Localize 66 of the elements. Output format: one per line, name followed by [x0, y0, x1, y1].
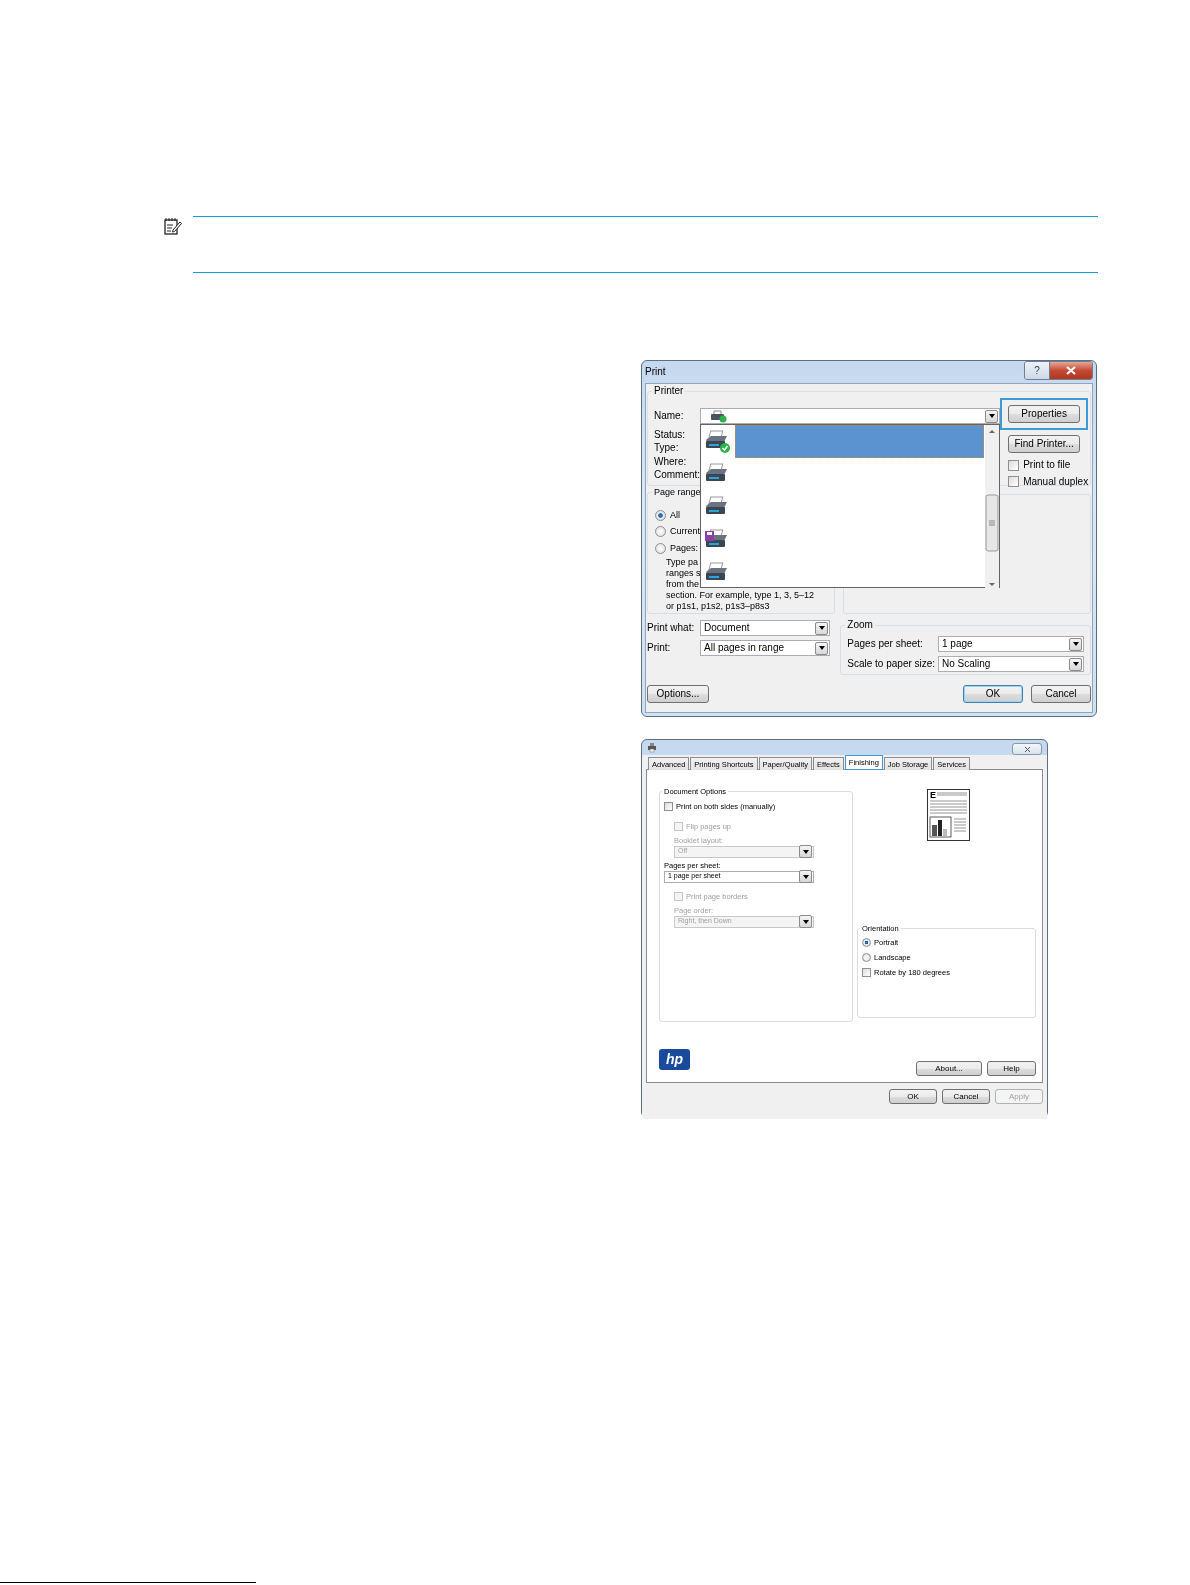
dialog-button[interactable]: Cancel	[1031, 685, 1091, 703]
page-preview-drawing: E	[927, 789, 970, 841]
field-label: Name:	[654, 410, 685, 423]
dropdown-arrow-icon	[801, 848, 810, 855]
printer-icon	[647, 742, 657, 753]
radio-button[interactable]	[862, 937, 871, 947]
radio-label[interactable]: Current	[670, 526, 700, 538]
dialog-button[interactable]: OK	[889, 1089, 937, 1104]
note-icon	[163, 216, 183, 236]
checkbox[interactable]	[664, 801, 673, 811]
field-label: Status:	[654, 428, 687, 442]
field-label: Pages per sheet:	[847, 638, 924, 650]
dialog-button[interactable]: OK	[963, 685, 1023, 703]
radio-button[interactable]	[655, 509, 666, 521]
field-label: Print:	[647, 642, 672, 654]
field-label: Print what:	[647, 622, 696, 634]
close-icon	[1066, 366, 1076, 375]
find-printer-button[interactable]: Find Printer...	[1008, 435, 1081, 453]
dropdown-arrow-icon	[1071, 661, 1080, 667]
checkbox[interactable]	[862, 967, 871, 977]
help-button[interactable]: ?	[1025, 362, 1050, 379]
dropdown-arrow-icon	[1071, 641, 1080, 647]
hint-text: or p1s1, p1s2, p1s3–p8s3	[666, 600, 770, 612]
close-button[interactable]	[1012, 743, 1042, 755]
dropdown-arrow-icon	[801, 918, 810, 925]
radio-label[interactable]: Pages:	[670, 542, 699, 554]
printer-icon	[711, 409, 728, 423]
dropdown-field[interactable]: All pages in range	[700, 640, 830, 656]
hint-text: Type pa	[666, 556, 699, 568]
close-icon	[1023, 745, 1031, 753]
close-button[interactable]	[1050, 362, 1092, 379]
radio-label[interactable]: All	[670, 509, 680, 521]
field-label: Scale to paper size:	[847, 658, 937, 670]
hint-text: ranges s	[666, 567, 701, 579]
field-label: Comment:	[654, 469, 701, 482]
dropdown-arrow-icon	[817, 625, 826, 631]
dropdown-arrow-icon	[801, 873, 810, 880]
hint-text: from the	[666, 578, 699, 590]
field-label: Where:	[654, 455, 688, 469]
dialog-button[interactable]: Help	[987, 1061, 1036, 1076]
radio-button[interactable]	[862, 952, 871, 962]
window-title: Print	[645, 366, 666, 378]
dialog-button[interactable]: Options...	[647, 685, 709, 703]
checkbox-label[interactable]: Print to file	[1023, 459, 1071, 472]
hint-text: section. For example, type 1, 3, 5–12	[666, 589, 815, 601]
checkbox-label[interactable]: Manual duplex	[1023, 475, 1089, 488]
properties-button[interactable]: Properties	[1008, 405, 1081, 423]
dropdown-arrow-icon	[987, 413, 996, 419]
dialog-button[interactable]: About...	[916, 1061, 982, 1076]
dropdown-field[interactable]: No Scaling	[938, 656, 1084, 672]
dialog-button[interactable]: Cancel	[942, 1089, 990, 1104]
checkbox[interactable]	[1008, 459, 1020, 471]
dropdown-field[interactable]	[700, 408, 1001, 424]
dropdown-field[interactable]: 1 page	[938, 636, 1084, 652]
group-label: Zoom	[846, 620, 874, 630]
radio-button[interactable]	[655, 542, 666, 554]
group-label: Page range	[653, 488, 702, 497]
hp-logo: hp	[659, 1049, 690, 1070]
checkbox[interactable]	[1008, 476, 1020, 488]
group-label: Printer	[653, 386, 685, 396]
dropdown-arrow-icon	[817, 645, 826, 651]
dropdown-field[interactable]: Document	[700, 620, 830, 636]
field-label: Type:	[654, 442, 680, 455]
printer-icon	[705, 429, 732, 454]
dialog-button: Apply	[995, 1089, 1043, 1104]
radio-button[interactable]	[655, 526, 666, 538]
